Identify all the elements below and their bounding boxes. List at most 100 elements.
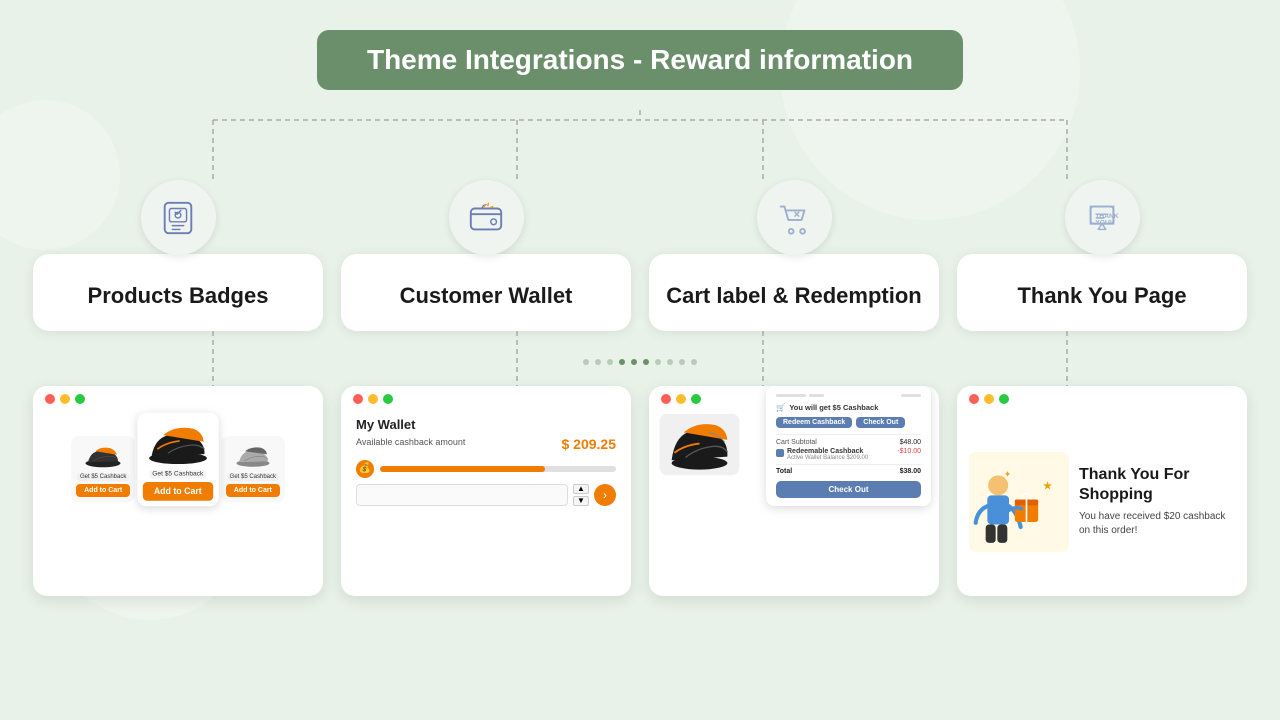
dot-red-3: [661, 394, 671, 404]
product-item-1: Get $5 Cashback Add to Cart: [71, 436, 135, 502]
cart-label-section: Cart label & Redemption: [649, 180, 939, 331]
products-badges-section: Products Badges: [33, 180, 323, 331]
cashback-badge-3: Get $5 Cashback: [227, 473, 279, 481]
dot-green-4: [999, 394, 1009, 404]
cart-checkout-final-btn[interactable]: Check Out: [776, 481, 921, 498]
redeemable-label: Redeemable Cashback: [787, 448, 868, 455]
feature-cards-row: Products Badges Customer Wallet: [30, 180, 1250, 331]
bottom-connector-area: [30, 331, 1250, 386]
cart-action-btns: Redeem Cashback Check Out: [776, 417, 921, 428]
thankyou-illustration: ★ ✦: [969, 452, 1069, 552]
wallet-apply-btn[interactable]: ›: [594, 484, 616, 506]
shoe-svg-2: [145, 418, 211, 468]
cashback-badge-2: Get $5 Cashback: [149, 470, 207, 479]
thank-you-section: THANK YOU! Thank You Page: [957, 180, 1247, 331]
thank-you-card: Thank You Page: [957, 254, 1247, 331]
main-container: Theme Integrations - Reward information: [0, 0, 1280, 720]
dot-1: [583, 359, 589, 365]
cart-total-row: Total $38.00: [776, 468, 921, 475]
dot-2: [595, 359, 601, 365]
dot-red-1: [45, 394, 55, 404]
thankyou-heading: Thank You For Shopping: [1079, 465, 1235, 503]
cart-icon-sm: 🛒: [776, 403, 785, 412]
wallet-preview-content: My Wallet Available cashback amount $ 20…: [341, 412, 631, 511]
products-badges-icon-circle: [141, 180, 216, 255]
redeemable-sub: Active Wallet Balance $209.00: [787, 455, 868, 461]
dot-9: [679, 359, 685, 365]
dot-red-4: [969, 394, 979, 404]
thank-you-label: Thank You Page: [1017, 282, 1186, 311]
window-chrome-4: [957, 386, 1247, 412]
shoe-svg-1: [83, 441, 123, 471]
subtotal-value: $48.00: [900, 439, 921, 446]
cart-label-label: Cart label & Redemption: [666, 282, 921, 311]
page-title: Theme Integrations - Reward information: [367, 44, 913, 76]
wallet-icon-sm: 💰: [356, 460, 374, 478]
dot-7: [655, 359, 661, 365]
thank-you-icon-circle: THANK YOU!: [1065, 180, 1140, 255]
wallet-available-label: Available cashback amount: [356, 437, 465, 447]
cart-popup: 🛒 You will get $5 Cashback Redeem Cashba…: [766, 386, 931, 506]
dot-yellow-2: [368, 394, 378, 404]
cart-redeemable-row: Redeemable Cashback Active Wallet Balanc…: [776, 448, 921, 461]
dot-5: [631, 359, 637, 365]
wallet-bar-fill: [380, 466, 545, 472]
product-item-2: Get $5 Cashback Add to Cart: [138, 412, 219, 506]
total-value: $38.00: [900, 468, 921, 475]
products-badges-card: Products Badges: [33, 254, 323, 331]
wallet-progress-bar: [380, 466, 616, 472]
shoe-svg-3: [233, 441, 273, 471]
dot-red-2: [353, 394, 363, 404]
wallet-icon: [467, 199, 505, 237]
svg-text:★: ★: [1042, 479, 1052, 492]
tree-connector: [30, 110, 1250, 180]
cart-label-card: Cart label & Redemption: [649, 254, 939, 331]
cart-subtotal-row: Cart Subtotal $48.00: [776, 439, 921, 446]
cart-loading-lines: [776, 394, 921, 397]
dot-green-1: [75, 394, 85, 404]
add-to-cart-btn-3[interactable]: Add to Cart: [226, 484, 280, 497]
badge-icon: [159, 199, 197, 237]
dot-green-2: [383, 394, 393, 404]
wallet-input-row: ▲ ▼ ›: [356, 484, 616, 506]
thankyou-preview-content: ★ ✦ Thank You For Shopping You have rece…: [957, 412, 1247, 592]
subtotal-label: Cart Subtotal: [776, 439, 817, 446]
cart-preview-inner: 🛒 You will get $5 Cashback Redeem Cashba…: [649, 412, 939, 485]
thankyou-text-block: Thank You For Shopping You have received…: [1079, 465, 1235, 537]
stepper-up[interactable]: ▲: [573, 484, 589, 494]
redeemable-value: -$10.00: [897, 448, 921, 455]
dot-8: [667, 359, 673, 365]
cart-icon: [775, 199, 813, 237]
dot-4: [619, 359, 625, 365]
products-badges-label: Products Badges: [88, 282, 269, 311]
window-chrome-1: [33, 386, 323, 412]
wallet-amount: $ 209.25: [562, 436, 617, 452]
add-to-cart-btn-2[interactable]: Add to Cart: [143, 482, 213, 501]
add-to-cart-btn-1[interactable]: Add to Cart: [76, 484, 130, 497]
cart-shoe-svg: [657, 412, 742, 477]
products-badges-preview: Get $5 Cashback Add to Cart Get $5 Cashb…: [33, 386, 323, 596]
product-item-3: Get $5 Cashback Add to Cart: [221, 436, 285, 502]
dot-green-3: [691, 394, 701, 404]
customer-wallet-section: Customer Wallet: [341, 180, 631, 331]
title-bar: Theme Integrations - Reward information: [317, 30, 963, 90]
checkout-btn[interactable]: Check Out: [856, 417, 905, 428]
customer-wallet-label: Customer Wallet: [400, 282, 573, 311]
cart-label-preview: 🛒 You will get $5 Cashback Redeem Cashba…: [649, 386, 939, 596]
wallet-title: My Wallet: [356, 417, 616, 432]
cashback-badge-1: Get $5 Cashback: [77, 473, 129, 481]
wallet-amount-input[interactable]: [356, 484, 568, 506]
products-preview-content: Get $5 Cashback Add to Cart Get $5 Cashb…: [33, 412, 323, 507]
dot-yellow-1: [60, 394, 70, 404]
cart-checkbox[interactable]: [776, 449, 784, 457]
svg-text:YOU!: YOU!: [1095, 219, 1112, 226]
preview-cards-row: Get $5 Cashback Add to Cart Get $5 Cashb…: [30, 386, 1250, 596]
redeem-cashback-btn[interactable]: Redeem Cashback: [776, 417, 852, 428]
total-label: Total: [776, 468, 792, 475]
stepper-down[interactable]: ▼: [573, 496, 589, 506]
dot-6: [643, 359, 649, 365]
window-chrome-2: [341, 386, 631, 412]
customer-wallet-card: Customer Wallet: [341, 254, 631, 331]
cart-label-icon-circle: [757, 180, 832, 255]
thankyou-sub: You have received $20 cashback on this o…: [1079, 510, 1235, 538]
